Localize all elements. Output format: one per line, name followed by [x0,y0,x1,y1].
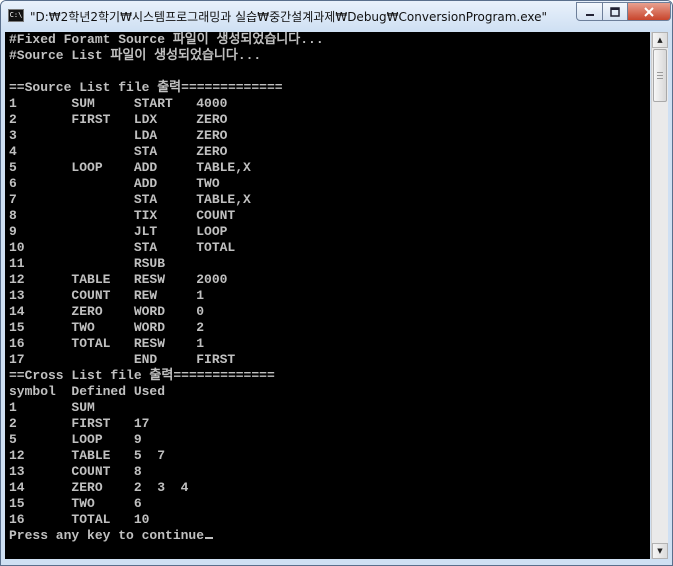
console-line: 15 TWO 6 [9,496,142,511]
scroll-down-icon: ▼ [657,547,663,555]
console-line: 16 TOTAL RESW 1 [9,336,205,351]
maximize-icon [610,6,620,17]
minimize-button[interactable] [576,2,603,21]
console-line: ==Source List file 출력============= [9,80,283,95]
scroll-thumb[interactable] [653,49,667,102]
console-line: 17 END FIRST [9,352,236,367]
press-any-key-prompt: Press any key to continue [9,528,214,544]
scroll-up-icon: ▲ [657,36,663,44]
console-line: 3 LDA ZERO [9,128,228,143]
console-app-icon[interactable]: C:\ [8,9,24,22]
console-line: ==Cross List file 출력============= [9,368,275,383]
close-icon [644,6,654,17]
scroll-down-button[interactable]: ▼ [652,543,668,559]
console-line: 5 LOOP ADD TABLE,X [9,160,251,175]
console-line: 1 SUM START 4000 [9,96,228,111]
console-line: #Source List 파일이 생성되었습니다... [9,48,262,63]
scroll-up-button[interactable]: ▲ [652,32,668,48]
console-window: C:\ "D:₩2학년2학기₩시스템프로그래밍과 실습₩중간설계과제₩Debug… [0,0,673,566]
title-bar[interactable]: C:\ "D:₩2학년2학기₩시스템프로그래밍과 실습₩중간설계과제₩Debug… [1,1,672,31]
console-line: 12 TABLE 5 7 [9,448,166,463]
text-cursor [205,537,214,539]
console-line: 14 ZERO 2 3 4 [9,480,189,495]
console-line: 13 COUNT 8 [9,464,142,479]
close-button[interactable] [627,2,671,21]
window-title: "D:₩2학년2학기₩시스템프로그래밍과 실습₩중간설계과제₩Debug₩Con… [30,10,548,24]
console-line: 10 STA TOTAL [9,240,236,255]
console-line: 12 TABLE RESW 2000 [9,272,228,287]
console-line: 16 TOTAL 10 [9,512,150,527]
console-line: 11 RSUB [9,256,166,271]
console-line: 8 TIX COUNT [9,208,236,223]
maximize-button[interactable] [602,2,628,21]
console-line: 4 STA ZERO [9,144,228,159]
console-line: 9 JLT LOOP [9,224,228,239]
console-line: 7 STA TABLE,X [9,192,251,207]
console-line: 1 SUM [9,400,95,415]
console-line: #Fixed Foramt Source 파일이 생성되었습니다... [9,32,324,47]
console-line: 2 FIRST LDX ZERO [9,112,228,127]
console-output[interactable]: #Fixed Foramt Source 파일이 생성되었습니다... #Sour… [5,32,650,559]
console-line: 5 LOOP 9 [9,432,142,447]
console-line: symbol Defined Used [9,384,166,399]
console-line: 2 FIRST 17 [9,416,150,431]
vertical-scrollbar[interactable]: ▲ ▼ [651,32,668,559]
console-line: 6 ADD TWO [9,176,220,191]
console-line: 15 TWO WORD 2 [9,320,205,335]
console-line: 14 ZERO WORD 0 [9,304,205,319]
console-line: 13 COUNT REW 1 [9,288,205,303]
minimize-icon [585,13,594,16]
